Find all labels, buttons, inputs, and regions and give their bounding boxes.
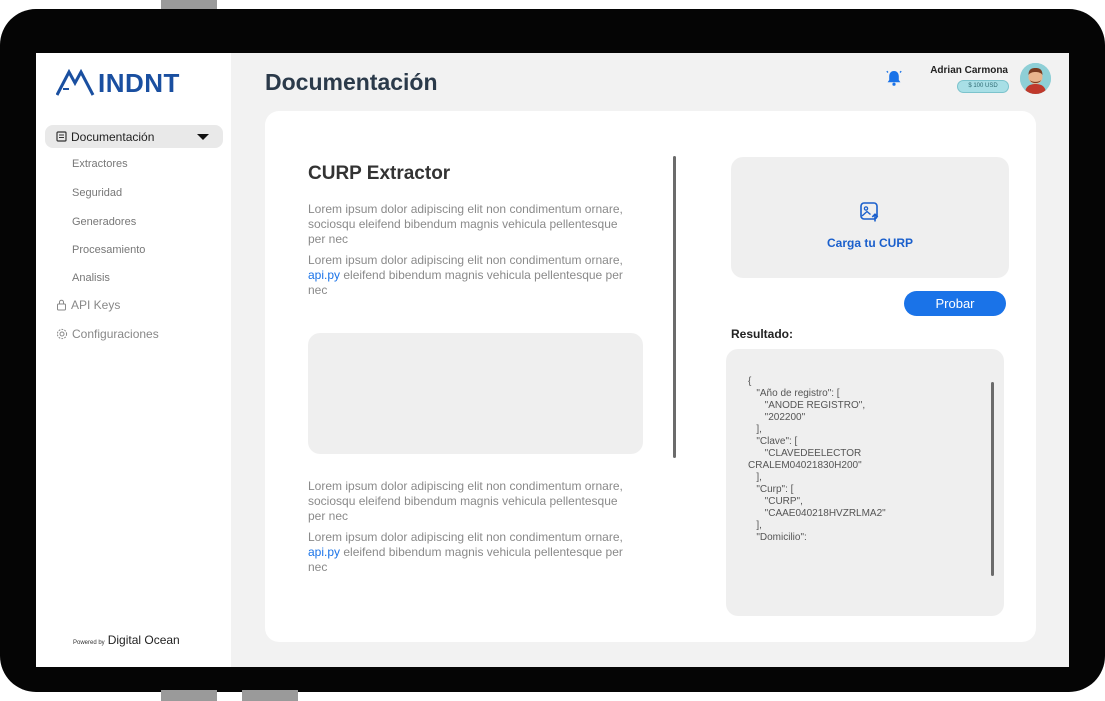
sidebar-item-api-keys[interactable]: API Keys xyxy=(56,298,120,312)
doc-paragraph-2: Lorem ipsum dolor adipiscing elit non co… xyxy=(308,253,628,298)
logo-text: INDNT xyxy=(98,67,180,98)
chevron-down-icon[interactable] xyxy=(197,134,209,140)
user-avatar-icon xyxy=(1020,63,1051,94)
sidebar-subitem-seguridad[interactable]: Seguridad xyxy=(72,187,122,199)
device-tab-bottom-right xyxy=(242,690,298,701)
image-upload-icon xyxy=(860,202,879,222)
result-panel: { "Año de registro": [ "ANODE REGISTRO",… xyxy=(726,349,1004,616)
gear-icon xyxy=(56,328,68,340)
probar-button[interactable]: Probar xyxy=(904,291,1006,316)
upload-label[interactable]: Carga tu CURP xyxy=(731,236,1009,250)
powered-by: Powered by Digital Ocean xyxy=(73,633,180,647)
sidebar-item-configuraciones[interactable]: Configuraciones xyxy=(56,327,159,341)
result-label: Resultado: xyxy=(731,327,794,341)
content-card: CURP Extractor Lorem ipsum dolor adipisc… xyxy=(265,111,1036,642)
divider-scrollbar[interactable] xyxy=(673,156,676,458)
result-json: { "Año de registro": [ "ANODE REGISTRO",… xyxy=(748,376,886,543)
sidebar-item-documentacion[interactable]: Documentación xyxy=(45,125,223,148)
logo: INDNT xyxy=(56,67,180,99)
powered-name[interactable]: Digital Ocean xyxy=(108,633,180,647)
sidebar-subitem-procesamiento[interactable]: Procesamiento xyxy=(72,244,145,256)
sidebar-item-label: API Keys xyxy=(71,298,121,312)
upload-dropzone[interactable]: Carga tu CURP xyxy=(731,157,1009,278)
lock-icon xyxy=(57,299,66,311)
user-name[interactable]: Adrian Carmona xyxy=(916,65,1008,76)
logo-mark-icon xyxy=(56,69,95,96)
text-span: eleifend bibendum magnis vehicula pellen… xyxy=(308,268,623,297)
text-span: Lorem ipsum dolor adipiscing elit non co… xyxy=(308,253,623,267)
sidebar-item-label: Documentación xyxy=(71,129,155,144)
sidebar-item-label: Configuraciones xyxy=(72,327,159,341)
doc-title: CURP Extractor xyxy=(308,163,451,184)
doc-paragraph-1: Lorem ipsum dolor adipiscing elit non co… xyxy=(308,202,623,246)
device-tab-bottom-left xyxy=(161,690,217,701)
page-title: Documentación xyxy=(265,69,438,95)
book-icon xyxy=(56,131,67,142)
result-scrollbar[interactable] xyxy=(991,382,994,576)
bell-icon[interactable] xyxy=(885,69,903,92)
doc-paragraph-3: Lorem ipsum dolor adipiscing elit non co… xyxy=(308,479,623,523)
text-span: eleifend bibendum magnis vehicula pellen… xyxy=(308,545,623,574)
doc-paragraph-4: Lorem ipsum dolor adipiscing elit non co… xyxy=(308,530,628,575)
device-frame: INDNT Documentación Extractores Segurida… xyxy=(0,9,1105,692)
sidebar-subitem-generadores[interactable]: Generadores xyxy=(72,216,136,228)
avatar[interactable] xyxy=(1020,63,1051,94)
balance-badge: $ 100 USD xyxy=(957,80,1009,93)
app-screen: INDNT Documentación Extractores Segurida… xyxy=(36,53,1069,667)
sidebar-subitem-analisis[interactable]: Analisis xyxy=(72,272,110,284)
api-link[interactable]: api.py xyxy=(308,268,340,282)
sidebar-subitem-extractores[interactable]: Extractores xyxy=(72,158,128,170)
text-span: Lorem ipsum dolor adipiscing elit non co… xyxy=(308,530,623,544)
sidebar: INDNT Documentación Extractores Segurida… xyxy=(36,53,231,667)
powered-prefix: Powered by xyxy=(73,640,105,646)
media-placeholder xyxy=(308,333,643,454)
api-link[interactable]: api.py xyxy=(308,545,340,559)
